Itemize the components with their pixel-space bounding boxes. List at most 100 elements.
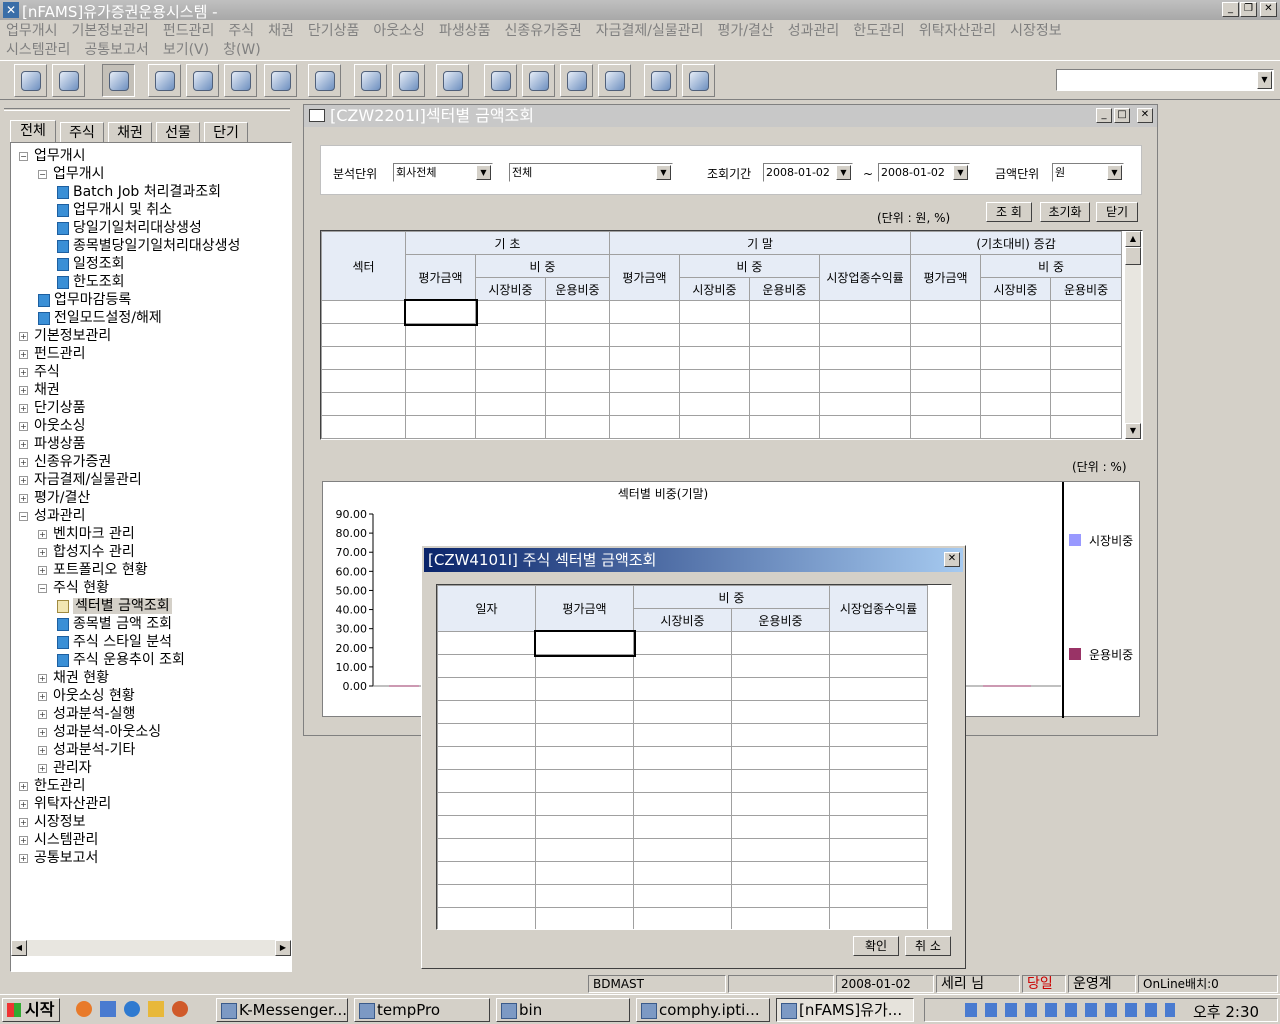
table-cell[interactable] — [731, 746, 830, 770]
tree-item[interactable]: 전일모드설정/해제 — [38, 309, 162, 327]
expand-icon[interactable]: + — [19, 781, 28, 791]
document-tool-button[interactable] — [560, 64, 593, 97]
table-cell[interactable] — [437, 907, 536, 929]
tree-item[interactable]: 업무개시 및 취소 — [57, 201, 172, 219]
expand-icon[interactable]: + — [19, 385, 28, 395]
tree-item[interactable]: 주식 스타일 분석 — [57, 633, 172, 651]
menu-item[interactable]: 파생상품 — [439, 23, 491, 39]
menu-item[interactable]: 평가/결산 — [718, 23, 774, 39]
table-cell[interactable] — [829, 654, 928, 678]
table-cell[interactable] — [475, 346, 546, 370]
taskbar-task[interactable]: [nFAMS]유가... — [776, 998, 914, 1022]
table-cell[interactable] — [437, 654, 536, 678]
table-cell[interactable] — [321, 346, 406, 370]
table-cell[interactable] — [679, 323, 750, 347]
table-cell[interactable] — [829, 723, 928, 747]
table-cell[interactable] — [321, 369, 406, 393]
table-cell[interactable] — [679, 392, 750, 416]
table-cell[interactable] — [321, 415, 406, 439]
menu-item[interactable]: 신종유가증권 — [504, 23, 581, 39]
table-row[interactable] — [437, 861, 928, 885]
table-row[interactable] — [437, 654, 928, 678]
nav-tab[interactable]: 선물 — [156, 122, 200, 144]
table-cell[interactable] — [1050, 369, 1123, 393]
expand-icon[interactable]: + — [38, 673, 47, 683]
table-cell[interactable] — [609, 323, 680, 347]
globe-tool-button[interactable] — [148, 64, 181, 97]
grid-scroll-thumb[interactable] — [1125, 247, 1141, 265]
expand-icon[interactable]: + — [19, 817, 28, 827]
expand-icon[interactable]: + — [19, 367, 28, 377]
table-row[interactable] — [437, 792, 928, 816]
table-row[interactable] — [437, 746, 928, 770]
table-cell[interactable] — [437, 838, 536, 862]
table-cell[interactable] — [731, 677, 830, 701]
table-cell[interactable] — [749, 346, 820, 370]
table-cell[interactable] — [545, 369, 610, 393]
tray-icons[interactable] — [965, 1003, 1175, 1017]
alarm-tool-button[interactable] — [354, 64, 387, 97]
tree-item[interactable]: 섹터별 금액조회 — [57, 597, 172, 615]
table-cell[interactable] — [535, 838, 634, 862]
table-cell[interactable] — [321, 392, 406, 416]
table-cell[interactable] — [535, 884, 634, 908]
tree-item[interactable]: + 성과분석-기타 — [38, 741, 135, 759]
expand-icon[interactable]: + — [19, 457, 28, 467]
table-cell[interactable] — [609, 415, 680, 439]
table-row[interactable] — [437, 769, 928, 793]
table-cell[interactable] — [749, 369, 820, 393]
table-cell[interactable] — [633, 746, 732, 770]
tree-item[interactable]: + 펀드관리 — [19, 345, 86, 363]
tree-item[interactable]: + 한도관리 — [19, 777, 86, 795]
collapse-icon[interactable]: − — [38, 583, 47, 593]
menu-item[interactable]: 공통보고서 — [84, 42, 148, 58]
table-cell[interactable] — [321, 323, 406, 347]
collapse-icon[interactable]: − — [19, 151, 28, 161]
table-cell[interactable] — [545, 346, 610, 370]
tree-item[interactable]: 일정조회 — [57, 255, 125, 273]
tree-item[interactable]: + 시장정보 — [19, 813, 86, 831]
table-cell[interactable] — [535, 746, 634, 770]
table-cell[interactable] — [910, 369, 982, 393]
ie-icon[interactable] — [124, 1001, 140, 1017]
table-cell[interactable] — [731, 654, 830, 678]
table-cell[interactable] — [437, 769, 536, 793]
expand-icon[interactable]: + — [38, 727, 47, 737]
date-from-picker[interactable]: 2008-01-02 ▼ — [763, 163, 853, 182]
table-row[interactable] — [321, 323, 1123, 347]
box1-tool-button[interactable] — [484, 64, 517, 97]
table-cell[interactable] — [403, 298, 478, 326]
table-cell[interactable] — [818, 392, 912, 416]
table-cell[interactable] — [679, 300, 750, 324]
table-cell[interactable] — [475, 369, 546, 393]
menu-item[interactable]: 한도관리 — [853, 23, 905, 39]
reset-button[interactable]: 초기화 — [1040, 202, 1090, 222]
window-close-button[interactable]: ✕ — [1137, 108, 1153, 123]
table-cell[interactable] — [535, 792, 634, 816]
tree-item[interactable]: 종목별당일기일처리대상생성 — [57, 237, 240, 255]
app-icon[interactable] — [100, 1001, 116, 1017]
help-tool-button[interactable] — [598, 64, 631, 97]
table-row[interactable] — [321, 346, 1123, 370]
tree-item[interactable]: − 업무개시 — [19, 147, 86, 165]
outlook-icon[interactable] — [148, 1001, 164, 1017]
lock-tool-button[interactable] — [644, 64, 677, 97]
close-window-button[interactable]: 닫기 — [1096, 202, 1138, 222]
table-cell[interactable] — [731, 838, 830, 862]
table-cell[interactable] — [818, 300, 912, 324]
menu-item[interactable]: 업무개시 — [6, 23, 58, 39]
tree-item[interactable]: + 성과분석-아웃소싱 — [38, 723, 161, 741]
table-cell[interactable] — [910, 346, 982, 370]
expand-icon[interactable]: + — [38, 709, 47, 719]
table-cell[interactable] — [535, 769, 634, 793]
eraser-tool-button[interactable] — [52, 64, 85, 97]
ok-button[interactable]: 확인 — [853, 936, 899, 956]
table-row[interactable] — [437, 907, 928, 929]
analysis-unit-select[interactable]: 회사전체 ▼ — [393, 163, 493, 182]
dialog-close-button[interactable]: ✕ — [944, 552, 960, 567]
tree-item[interactable]: + 기본정보관리 — [19, 327, 111, 345]
expand-icon[interactable]: + — [19, 799, 28, 809]
table-cell[interactable] — [1050, 346, 1123, 370]
tree-item[interactable]: + 채권 — [19, 381, 60, 399]
table-cell[interactable] — [609, 300, 680, 324]
